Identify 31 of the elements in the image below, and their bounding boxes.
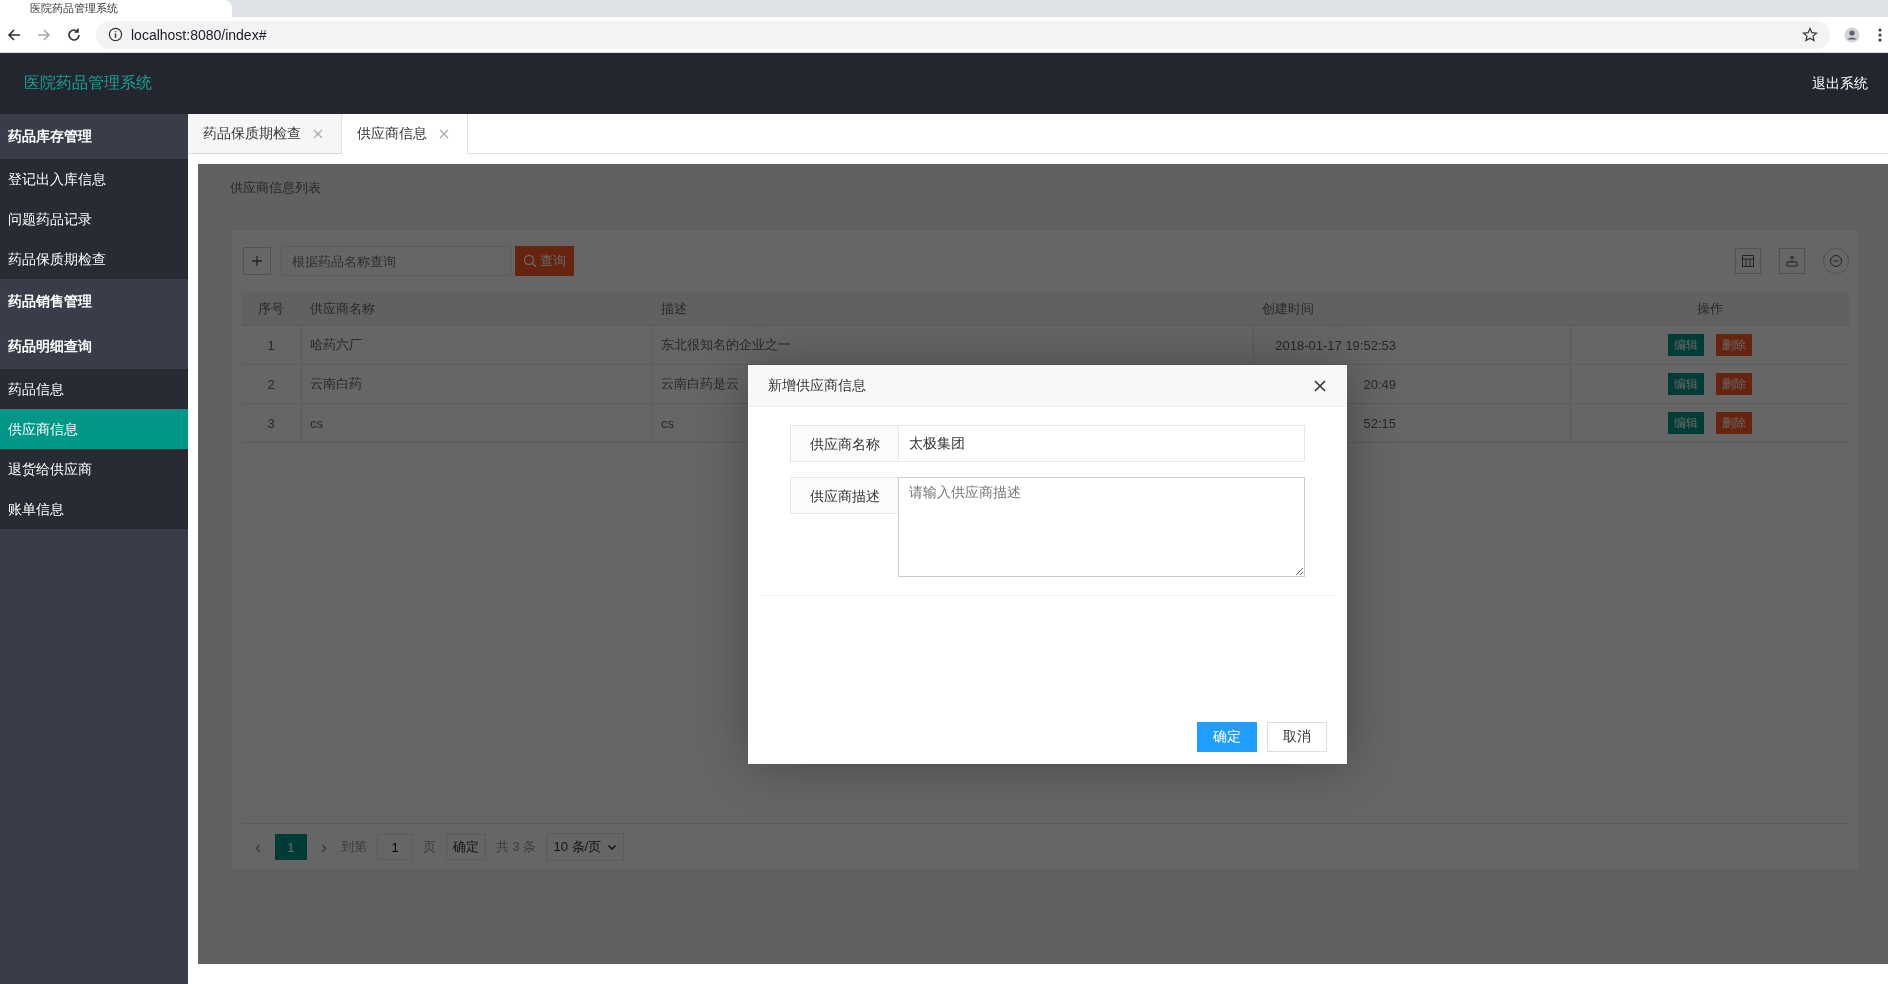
sidebar-item[interactable]: 账单信息: [0, 489, 188, 529]
sidebar-item[interactable]: 供应商信息: [0, 409, 188, 449]
sidebar-item[interactable]: 药品保质期检查: [0, 239, 188, 279]
table-cell: 1: [241, 325, 302, 365]
table-cell: 2: [241, 364, 302, 404]
table-cell: 云南白药: [301, 364, 653, 404]
description-field[interactable]: 请输入供应商描述: [898, 477, 1305, 577]
sidebar-item[interactable]: 登记出入库信息: [0, 159, 188, 199]
tab[interactable]: 供应商信息: [342, 114, 468, 155]
dialog-title: 新增供应商信息: [768, 376, 866, 395]
page-input[interactable]: 1: [377, 834, 413, 860]
name-field[interactable]: 太极集团: [898, 425, 1305, 462]
tab-label[interactable]: 供应商信息: [357, 125, 427, 143]
field-label: 供应商名称: [790, 425, 898, 462]
field-label: 供应商描述: [790, 477, 898, 514]
tab-label[interactable]: 药品保质期检查: [203, 124, 301, 143]
address-field[interactable]: localhost:8080/index#: [96, 20, 1830, 49]
sidebar-item[interactable]: 退货给供应商: [0, 449, 188, 489]
table-cell: 哈药六厂: [301, 325, 653, 365]
table-cell: 20:49: [1363, 376, 1396, 392]
table-cell: 52:15: [1363, 415, 1396, 431]
sidebar-item[interactable]: 药品信息: [0, 369, 188, 409]
sidebar-item[interactable]: 问题药品记录: [0, 199, 188, 239]
browser-tab[interactable]: 医院药品管理系统: [0, 0, 232, 17]
table-cell: cs: [301, 403, 653, 443]
table-cell: 3: [241, 403, 302, 443]
tab[interactable]: 药品保质期检查: [188, 114, 342, 154]
table-cell: 2018-01-17 19:52:53: [1275, 337, 1396, 353]
cancel-button[interactable]: 取消: [1267, 722, 1327, 752]
logout-link[interactable]: 退出系统: [1812, 74, 1868, 93]
app-title: 医院药品管理系统: [24, 73, 152, 93]
